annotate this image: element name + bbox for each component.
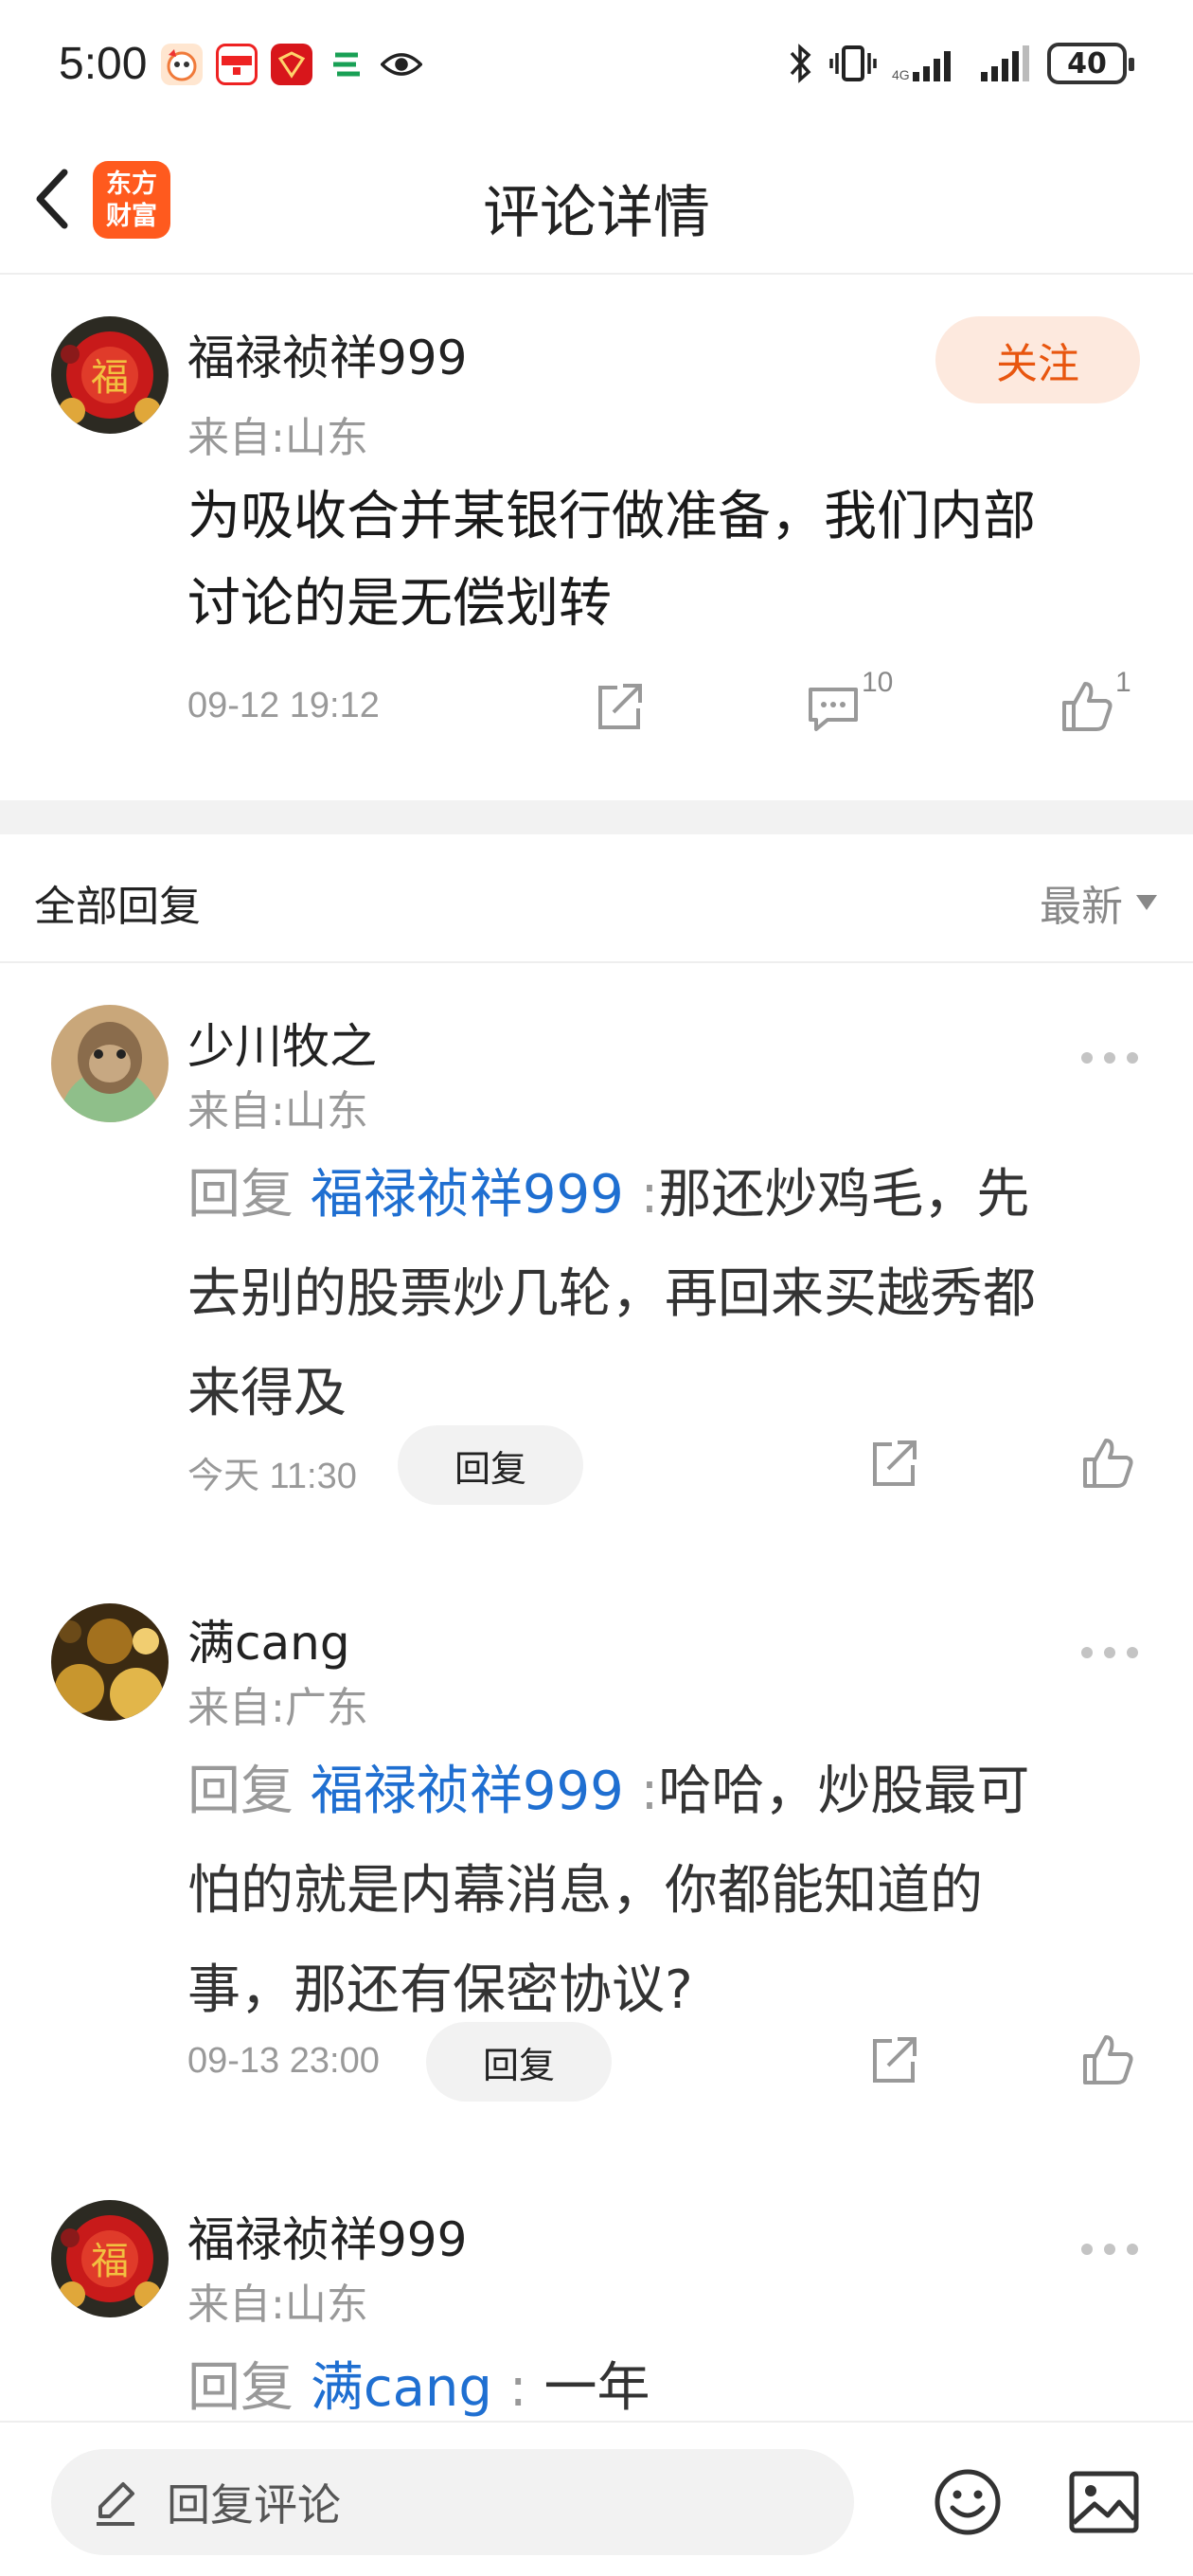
reply-colon: : — [640, 1761, 659, 1822]
avatar[interactable] — [51, 1005, 169, 1122]
reply-username[interactable]: 少川牧之 — [187, 1009, 377, 1077]
top-nav-bar: 东方 财富 评论详情 — [0, 133, 1193, 275]
replies-header: 全部回复 最新 — [0, 834, 1193, 963]
post-location: 来自:山东 — [187, 414, 368, 462]
bottom-reply-bar: 回复评论 — [0, 2421, 1193, 2576]
reply-prefix: 回复 — [187, 1164, 294, 1225]
sort-label: 最新 — [1040, 883, 1123, 931]
share-icon[interactable] — [865, 1435, 922, 1492]
comment-icon[interactable] — [805, 678, 862, 735]
reply-input-placeholder: 回复评论 — [167, 2479, 341, 2531]
svg-text:福: 福 — [91, 356, 129, 400]
section-divider — [0, 800, 1193, 834]
mention-link[interactable]: 福禄祯祥999 — [311, 1164, 624, 1225]
emoji-icon[interactable] — [932, 2466, 1004, 2538]
sort-dropdown[interactable]: 最新 — [1040, 872, 1157, 933]
post-text-line-1: 为吸收合并某银行做准备，我们内部 — [187, 486, 1036, 547]
reply-text-line-1: 回复 福禄祯祥999 :哈哈，炒股最可 — [187, 1742, 1144, 1841]
follow-button[interactable]: 关注 — [935, 316, 1140, 403]
reply-text-line-1: 回复 满cang : 一年 — [187, 2338, 1144, 2421]
triangle-down-icon — [1136, 895, 1157, 910]
reply-prefix: 回复 — [187, 2357, 294, 2419]
reply-text-line-1: 回复 福禄祯祥999 :那还炒鸡毛，先 — [187, 1145, 1144, 1244]
status-right-icons: 4G 40 — [788, 42, 1134, 85]
reply-text: 回复 福禄祯祥999 :哈哈，炒股最可 怕的就是内幕消息，你都能知道的 事，那还… — [187, 1742, 1144, 2040]
reply-button[interactable]: 回复 — [426, 2022, 612, 2102]
reply-username[interactable]: 福禄祯祥999 — [187, 2202, 467, 2270]
eye-icon — [381, 44, 422, 85]
status-bar: 5:00 4G 40 — [0, 0, 1193, 133]
reply-location: 来自:山东 — [187, 2281, 368, 2329]
reply-colon: : — [640, 1164, 659, 1225]
svg-text:4G: 4G — [892, 67, 910, 82]
reply-button[interactable]: 回复 — [398, 1425, 583, 1505]
reply-location: 来自:山东 — [187, 1087, 368, 1136]
comment-count: 10 — [862, 667, 894, 698]
like-count: 1 — [1115, 667, 1131, 698]
battery-indicator: 40 — [1047, 43, 1134, 84]
battery-level: 40 — [1067, 46, 1107, 80]
page-title: 评论详情 — [483, 180, 710, 246]
like-icon[interactable] — [1059, 678, 1115, 735]
reply-text: 回复 福禄祯祥999 :那还炒鸡毛，先 去别的股票炒几轮，再回来买越秀都 来得及 — [187, 1145, 1144, 1443]
post-time: 09-12 19:12 — [187, 686, 380, 725]
mention-link[interactable]: 福禄祯祥999 — [311, 1761, 624, 1822]
post-text: 为吸收合并某银行做准备，我们内部 讨论的是无偿划转 — [187, 474, 1134, 648]
more-options-icon[interactable] — [1081, 2240, 1138, 2259]
more-options-icon[interactable] — [1081, 1643, 1138, 1662]
signal-icon-1: 4G — [892, 51, 951, 82]
share-icon[interactable] — [865, 2031, 922, 2088]
like-icon[interactable] — [1079, 2031, 1136, 2088]
reply-location: 来自:广东 — [187, 1684, 368, 1732]
reply-text-segment-1: 那还炒鸡毛，先 — [658, 1164, 1030, 1225]
reply-item: 福 福禄祯祥999 来自:山东 回复 满cang : 一年 — [0, 2156, 1193, 2421]
like-icon[interactable] — [1079, 1435, 1136, 1492]
reply-time: 今天 11:30 — [187, 1457, 357, 1496]
avatar[interactable]: 福 — [51, 2200, 169, 2317]
share-icon[interactable] — [591, 678, 648, 735]
vibrate-icon — [829, 45, 877, 81]
bank-app-icon — [326, 44, 367, 85]
avatar[interactable]: 福 — [51, 316, 169, 434]
image-icon[interactable] — [1068, 2466, 1140, 2538]
reply-prefix: 回复 — [187, 1761, 294, 1822]
signal-icon-2 — [981, 45, 1029, 81]
bluetooth-icon — [790, 44, 811, 83]
reply-item: 满cang 来自:广东 回复 福禄祯祥999 :哈哈，炒股最可 怕的就是内幕消息… — [0, 1560, 1193, 2156]
reply-username[interactable]: 满cang — [187, 1605, 350, 1673]
gift-app-icon — [271, 44, 312, 85]
mention-link[interactable]: 满cang — [311, 2357, 492, 2419]
main-comment: 福 福禄祯祥999 来自:山东 关注 为吸收合并某银行做准备，我们内部 讨论的是… — [0, 275, 1193, 800]
reply-text-line-3: 来得及 — [187, 1363, 347, 1424]
pencil-icon — [97, 2482, 134, 2526]
avatar[interactable] — [51, 1603, 169, 1721]
reply-item: 少川牧之 来自:山东 回复 福禄祯祥999 :那还炒鸡毛，先 去别的股票炒几轮，… — [0, 963, 1193, 1560]
post-text-line-2: 讨论的是无偿划转 — [187, 573, 612, 635]
reply-text-line-2: 怕的就是内幕消息，你都能知道的 — [187, 1860, 983, 1922]
reply-text: 回复 满cang : 一年 — [187, 2338, 1144, 2421]
reply-text-line-3: 事，那还有保密协议? — [187, 1959, 693, 2021]
reply-text-segment-1: 一年 — [543, 2357, 650, 2419]
reply-input[interactable]: 回复评论 — [51, 2449, 854, 2555]
status-time: 5:00 — [59, 39, 148, 89]
reply-time: 09-13 23:00 — [187, 2041, 380, 2081]
reply-text-segment-1: 哈哈，炒股最可 — [658, 1761, 1030, 1822]
reply-text-line-2: 去别的股票炒几轮，再回来买越秀都 — [187, 1263, 1036, 1325]
yunshanfu-app-icon — [216, 44, 258, 85]
svg-text:福: 福 — [91, 2240, 129, 2283]
status-app-icons — [161, 44, 422, 85]
post-username[interactable]: 福禄祯祥999 — [187, 320, 467, 388]
reply-colon: : — [508, 2357, 527, 2419]
more-options-icon[interactable] — [1081, 1048, 1138, 1067]
all-replies-label: 全部回复 — [34, 883, 201, 931]
weibo-like-app-icon — [161, 44, 203, 85]
